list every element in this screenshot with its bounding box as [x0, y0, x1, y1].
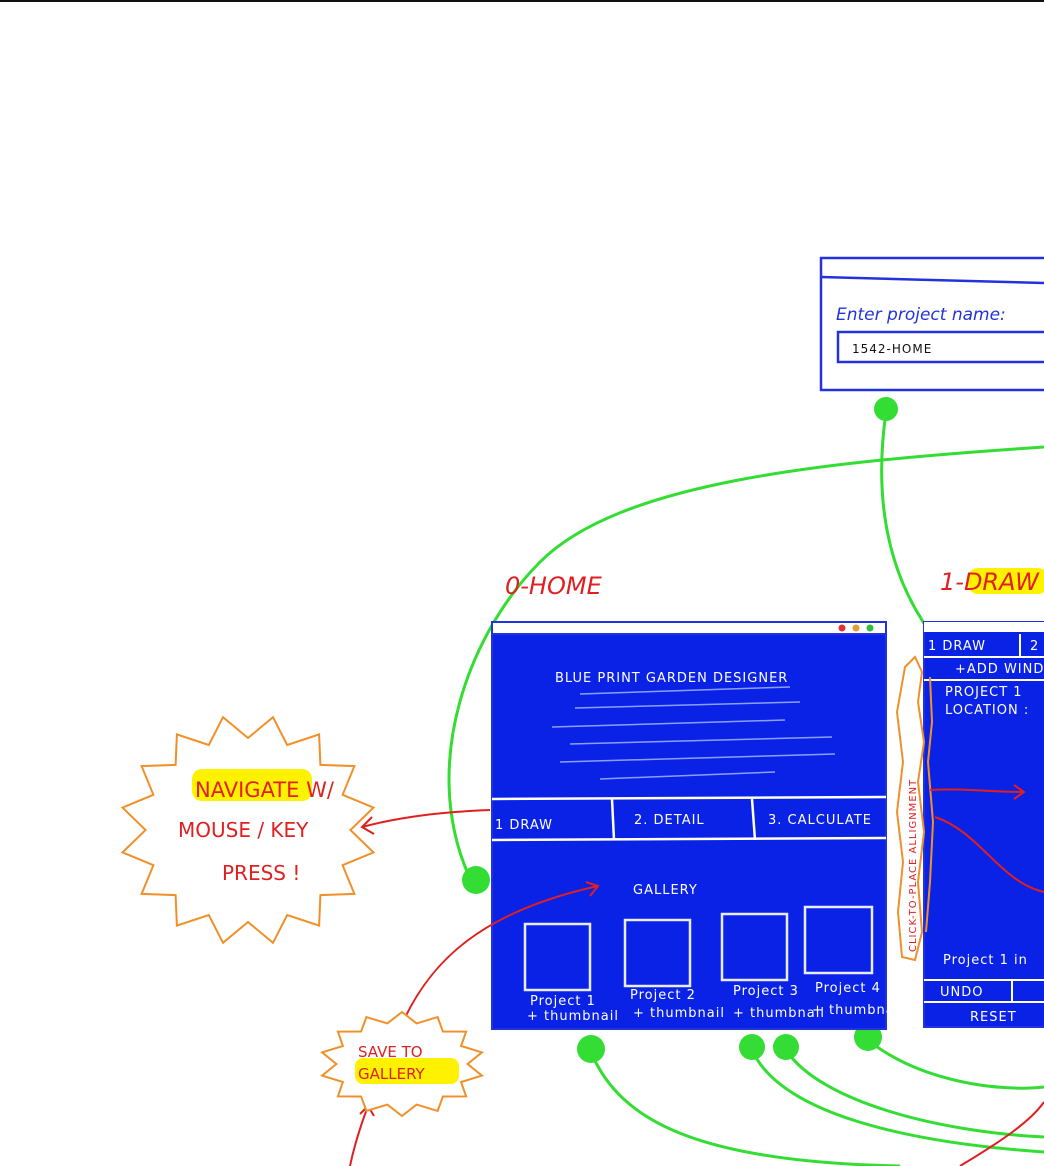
window-dot-close[interactable] — [838, 624, 846, 632]
flow-line — [867, 1038, 1044, 1090]
app-title: BLUE PRINT GARDEN DESIGNER — [555, 671, 788, 686]
save-callout-line2: GALLERY — [358, 1065, 426, 1083]
home-screen-label: 0-HOME — [505, 572, 603, 600]
flow-node[interactable] — [577, 1035, 605, 1063]
add-window-button[interactable]: +ADD WINDOW — [955, 662, 1044, 677]
gallery-title: GALLERY — [633, 883, 698, 898]
flow-line — [589, 1051, 901, 1166]
flow-node[interactable] — [773, 1034, 799, 1060]
draw-window: 1 DRAW 2 +ADD WINDOW PROJECT 1 LOCATION … — [923, 621, 1044, 1028]
alignment-callout-text: CLICK-TO-PLACE ALLIGNMENT — [908, 779, 919, 952]
project-footer: Project 1 in — [943, 953, 1028, 968]
save-callout-line1: SAVE TO — [358, 1043, 423, 1061]
undo-button[interactable]: UNDO — [940, 985, 983, 1000]
flow-line — [750, 1049, 1044, 1154]
flow-node[interactable] — [739, 1034, 765, 1060]
gallery-item-name: Project 3 — [733, 984, 799, 999]
nav-draw[interactable]: 1 DRAW — [495, 818, 553, 833]
reset-button[interactable]: RESET — [970, 1010, 1017, 1025]
navigate-callout-line3: PRESS ! — [222, 861, 300, 885]
navigate-callout-line1: NAVIGATE W/ — [195, 778, 335, 802]
gallery-item-name: Project 4 — [815, 981, 881, 996]
nav-calculate[interactable]: 3. CALCULATE — [768, 813, 872, 828]
gallery-item-sub: + thumbnail — [527, 1009, 619, 1024]
gallery-item-name: Project 1 — [530, 994, 596, 1009]
project-name: PROJECT 1 — [945, 685, 1023, 700]
gallery-item-name: Project 2 — [630, 988, 696, 1003]
project-name-dialog: Enter project name: 1542-HOME — [819, 256, 1044, 392]
project-name-value: 1542-HOME — [852, 342, 932, 356]
flow-node[interactable] — [874, 397, 898, 421]
home-window: BLUE PRINT GARDEN DESIGNER 1 DRAW 2. DET… — [491, 621, 904, 1030]
location-label: LOCATION : — [945, 703, 1029, 718]
navigate-callout-line2: MOUSE / KEY — [178, 818, 309, 842]
window-title-bar — [491, 621, 887, 635]
project-name-prompt: Enter project name: — [836, 305, 1006, 325]
gallery-item-sub: + thumbnail — [812, 1003, 904, 1018]
flow-line — [880, 411, 932, 633]
gallery-item-sub: + thumbnail — [633, 1006, 725, 1021]
detail-tab[interactable]: 2 — [1030, 639, 1039, 654]
draw-tab[interactable]: 1 DRAW — [928, 639, 986, 654]
arrow — [349, 1105, 369, 1166]
flow-line — [784, 1049, 1044, 1139]
arrow — [361, 809, 491, 828]
flow-node[interactable] — [462, 866, 490, 894]
window-dot-maximize[interactable] — [866, 624, 874, 632]
nav-detail[interactable]: 2. DETAIL — [634, 813, 705, 828]
window-dot-minimize[interactable] — [852, 624, 860, 632]
wireframe-sketch: Enter project name: 1542-HOME 0-HOME 1-D… — [120, 256, 1044, 1166]
draw-screen-label: 1-DRAW — [940, 568, 1040, 596]
